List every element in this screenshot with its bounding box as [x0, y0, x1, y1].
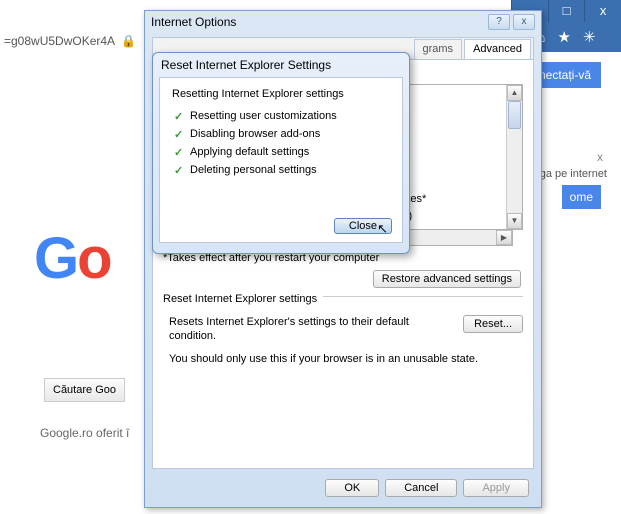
reset-step: Deleting personal settings	[190, 164, 390, 176]
promo-button[interactable]: ome	[562, 185, 601, 209]
close-button[interactable]: x	[513, 14, 535, 30]
internet-options-titlebar[interactable]: Internet Options ? x	[145, 11, 541, 33]
reset-group: Reset Internet Explorer settings Resets …	[163, 296, 523, 365]
reset-button[interactable]: Reset...	[463, 315, 523, 333]
reset-step: Applying default settings	[190, 146, 390, 158]
gear-icon[interactable]: ✳	[583, 28, 596, 46]
reset-dialog-body: Resetting Internet Explorer settings Res…	[159, 77, 403, 243]
logo-letter: o	[77, 226, 110, 291]
google-logo: Go	[34, 225, 111, 292]
internet-options-title: Internet Options	[151, 15, 236, 29]
google-search-button[interactable]: Căutare Goo	[44, 378, 125, 402]
help-button[interactable]: ?	[488, 14, 510, 30]
address-bar-fragment: =g08wU5DwOKer4A 🔒	[0, 30, 140, 52]
reset-dialog-heading: Resetting Internet Explorer settings	[172, 88, 390, 100]
lock-icon: 🔒	[121, 34, 136, 48]
favorites-icon[interactable]: ★	[558, 28, 571, 46]
internet-options-footer: OK Cancel Apply	[145, 469, 541, 507]
scroll-thumb[interactable]	[508, 101, 521, 129]
url-fragment: =g08wU5DwOKer4A	[4, 34, 115, 48]
scroll-up-icon[interactable]: ▲	[507, 85, 522, 101]
close-button[interactable]: Close	[334, 218, 392, 234]
tab-advanced[interactable]: Advanced	[464, 39, 531, 59]
vertical-scrollbar[interactable]: ▲ ▼	[506, 85, 522, 229]
reset-description: Resets Internet Explorer's settings to t…	[163, 315, 455, 343]
ok-button[interactable]: OK	[325, 479, 379, 497]
logo-letter: G	[34, 226, 77, 291]
apply-button: Apply	[463, 479, 529, 497]
reset-dialog: Reset Internet Explorer Settings Resetti…	[152, 52, 410, 254]
reset-dialog-title[interactable]: Reset Internet Explorer Settings	[153, 53, 409, 77]
restore-advanced-button[interactable]: Restore advanced settings	[373, 270, 521, 288]
scroll-down-icon[interactable]: ▼	[507, 213, 522, 229]
reset-step: Resetting user customizations	[190, 110, 390, 122]
reset-note: You should only use this if your browser…	[169, 353, 523, 365]
promo-text: riga pe internet	[534, 168, 607, 180]
window-close-button[interactable]: x	[584, 0, 621, 22]
tab-programs[interactable]: grams	[414, 39, 463, 59]
page-footer-text: Google.ro oferit î	[40, 426, 129, 440]
scroll-right-icon[interactable]: ▶	[496, 230, 512, 245]
cancel-button[interactable]: Cancel	[385, 479, 457, 497]
reset-legend: Reset Internet Explorer settings	[163, 293, 323, 305]
reset-step: Disabling browser add-ons	[190, 128, 390, 140]
promo-close-icon[interactable]: x	[597, 150, 603, 164]
maximize-button[interactable]: □	[548, 0, 585, 22]
